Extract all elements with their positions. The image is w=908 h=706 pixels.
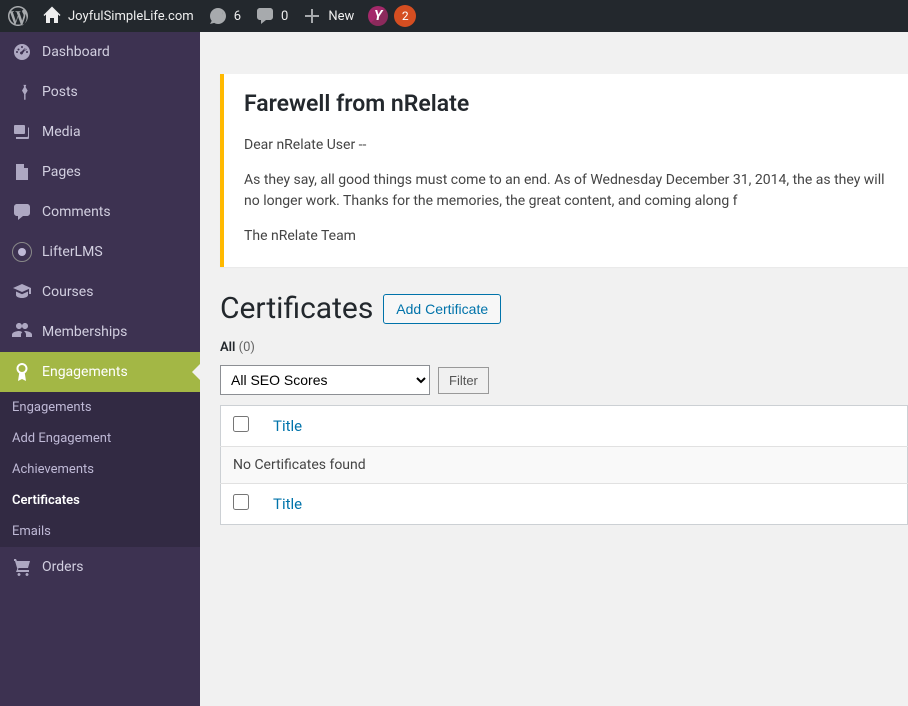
seo-score-select[interactable]: All SEO Scores [220, 365, 430, 395]
submenu-item-certificates[interactable]: Certificates [0, 485, 200, 516]
admin-notice: Farewell from nRelate Dear nRelate User … [220, 74, 908, 267]
main-content: Farewell from nRelate Dear nRelate User … [200, 32, 908, 706]
select-all-checkbox-top[interactable] [233, 416, 249, 432]
site-name: JoyfulSimpleLife.com [68, 9, 194, 24]
sidebar-label: Engagements [42, 364, 128, 380]
wordpress-icon [8, 6, 28, 26]
yoast-icon: Y [368, 6, 388, 26]
wp-logo[interactable] [8, 6, 28, 26]
sidebar-item-courses[interactable]: Courses [0, 272, 200, 312]
comments-icon [12, 202, 32, 222]
submenu-item-engagements[interactable]: Engagements [0, 392, 200, 423]
home-icon [42, 6, 62, 26]
sidebar-label: Comments [42, 204, 111, 220]
column-header-title[interactable]: Title [273, 495, 302, 513]
submenu-item-emails[interactable]: Emails [0, 516, 200, 547]
site-name-link[interactable]: JoyfulSimpleLife.com [42, 6, 194, 26]
comments-link[interactable]: 0 [255, 6, 288, 26]
notice-paragraph: Dear nRelate User -- [244, 135, 888, 156]
sidebar-label: Memberships [42, 324, 127, 340]
admin-sidebar: Dashboard Posts Media Pages Comments Lif… [0, 32, 200, 706]
sidebar-label: Courses [42, 284, 93, 300]
graduation-icon [12, 282, 32, 302]
comment-icon [255, 6, 275, 26]
notice-paragraph: As they say, all good things must come t… [244, 170, 888, 212]
sidebar-label: Orders [42, 559, 84, 575]
new-content-link[interactable]: New [302, 6, 354, 26]
comments-count: 0 [281, 9, 288, 24]
certificates-table: Title No Certificates found Title [220, 405, 908, 525]
notice-title: Farewell from nRelate [244, 90, 888, 117]
sidebar-label: Dashboard [42, 44, 110, 60]
sidebar-item-pages[interactable]: Pages [0, 152, 200, 192]
dashboard-icon [12, 42, 32, 62]
table-row-empty: No Certificates found [221, 447, 908, 484]
filter-button[interactable]: Filter [438, 367, 489, 394]
sidebar-item-memberships[interactable]: Memberships [0, 312, 200, 352]
table-nav-top: All SEO Scores Filter [220, 365, 908, 395]
sidebar-item-orders[interactable]: Orders [0, 547, 200, 587]
award-icon [12, 362, 32, 382]
sidebar-submenu-engagements: Engagements Add Engagement Achievements … [0, 392, 200, 547]
page-title: Certificates [220, 291, 373, 326]
sidebar-item-comments[interactable]: Comments [0, 192, 200, 232]
notice-paragraph: The nRelate Team [244, 226, 888, 247]
sidebar-label: Media [42, 124, 81, 140]
sidebar-item-engagements[interactable]: Engagements [0, 352, 200, 392]
filter-all-count: (0) [239, 340, 255, 355]
empty-message: No Certificates found [221, 447, 908, 484]
sidebar-item-dashboard[interactable]: Dashboard [0, 32, 200, 72]
sidebar-item-media[interactable]: Media [0, 112, 200, 152]
select-all-checkbox-bottom[interactable] [233, 494, 249, 510]
column-header-title[interactable]: Title [273, 417, 302, 435]
lifterlms-icon [12, 242, 32, 262]
media-icon [12, 122, 32, 142]
plus-icon [302, 6, 322, 26]
sidebar-label: Pages [42, 164, 81, 180]
yoast-badge: 2 [394, 5, 416, 27]
sidebar-item-lifterlms[interactable]: LifterLMS [0, 232, 200, 272]
new-label: New [328, 9, 354, 24]
cart-icon [12, 557, 32, 577]
sidebar-label: LifterLMS [42, 244, 103, 260]
groups-icon [12, 322, 32, 342]
sidebar-label: Posts [42, 84, 78, 100]
update-icon [208, 6, 228, 26]
list-view-filters: All (0) [220, 340, 908, 355]
updates-count: 6 [234, 9, 241, 24]
submenu-item-add-engagement[interactable]: Add Engagement [0, 423, 200, 454]
updates-link[interactable]: 6 [208, 6, 241, 26]
yoast-link[interactable]: Y 2 [368, 5, 416, 27]
sidebar-item-posts[interactable]: Posts [0, 72, 200, 112]
page-icon [12, 162, 32, 182]
submenu-item-achievements[interactable]: Achievements [0, 454, 200, 485]
pin-icon [12, 82, 32, 102]
filter-all-link[interactable]: All [220, 340, 235, 355]
admin-toolbar: JoyfulSimpleLife.com 6 0 New Y 2 [0, 0, 908, 32]
add-certificate-button[interactable]: Add Certificate [383, 294, 501, 324]
